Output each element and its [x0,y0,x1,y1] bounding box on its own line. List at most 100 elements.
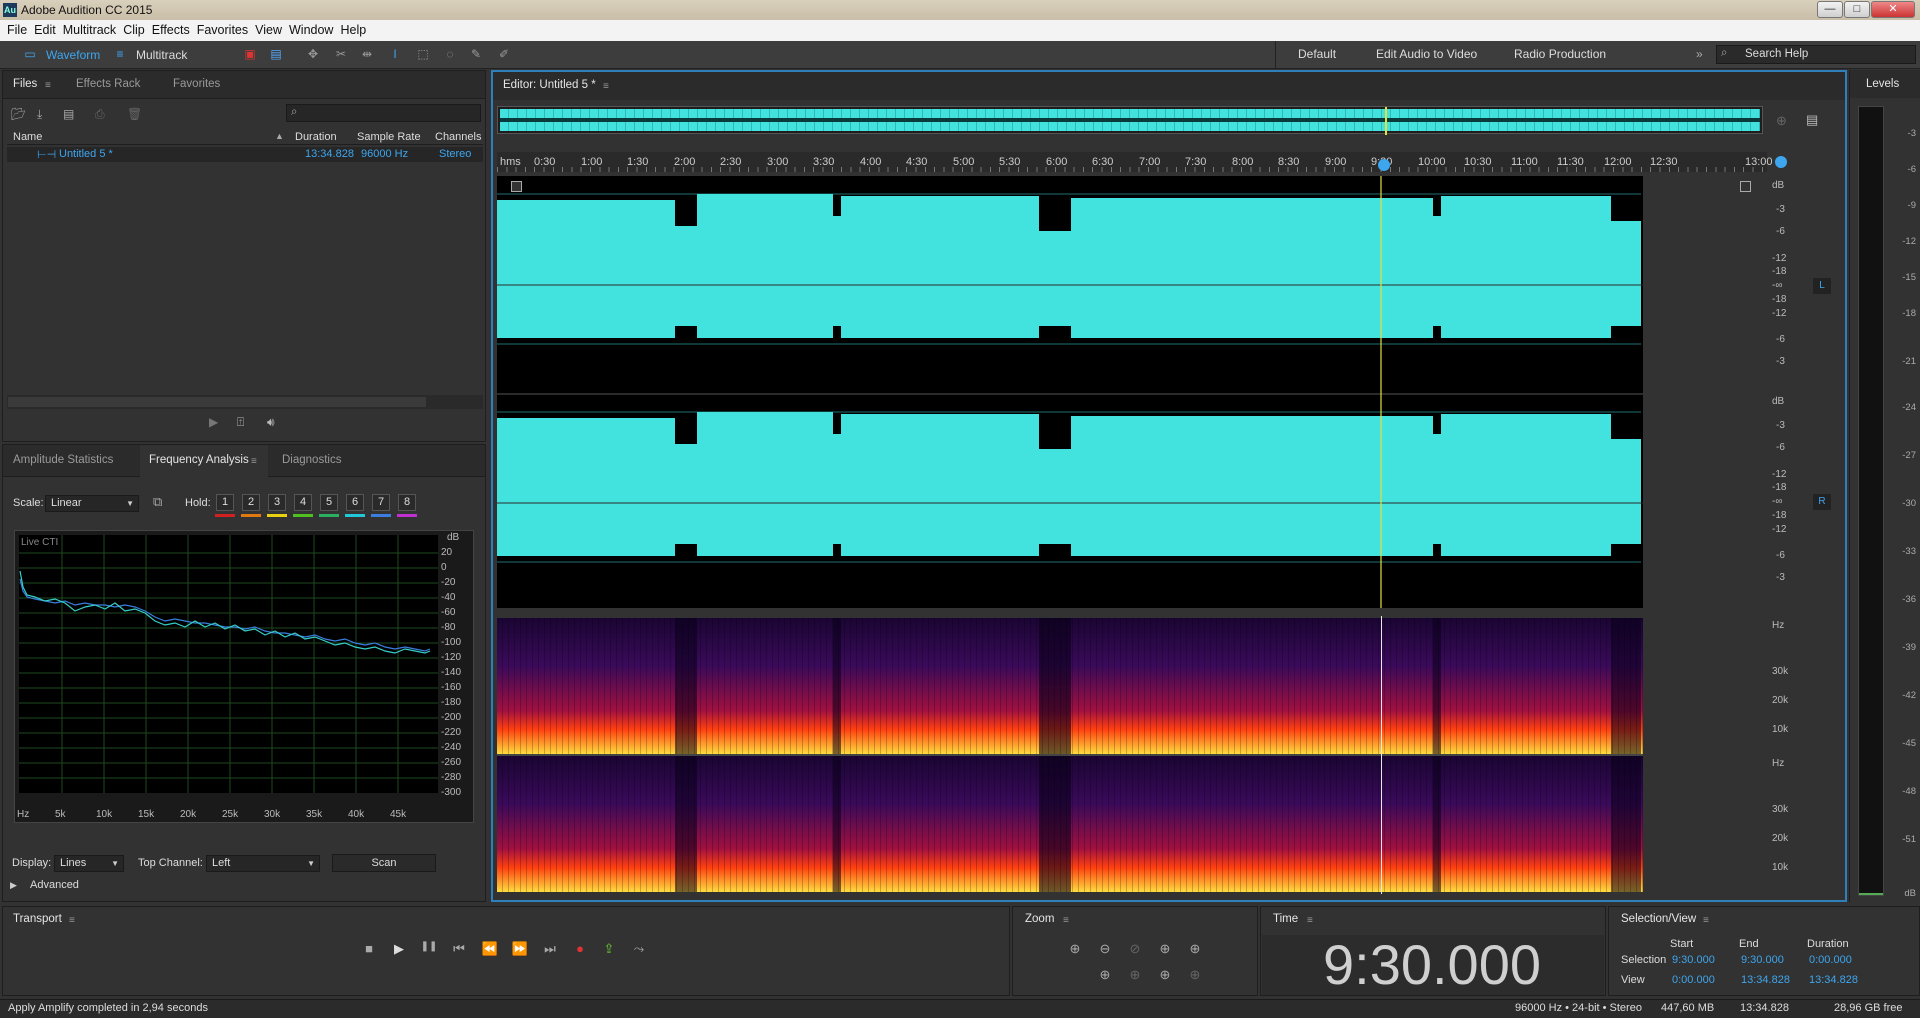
hold-button-5[interactable]: 5 [320,494,338,511]
menu-view[interactable]: View [248,20,282,37]
selection-start-field[interactable]: 9:30.000 [1672,954,1715,966]
hold-button-4[interactable]: 4 [294,494,312,511]
editor-title[interactable]: Editor: Untitled 5 * [503,79,596,91]
export-icon[interactable]: ⍐ [237,415,244,430]
col-name[interactable]: Name [13,131,42,143]
menu-multitrack[interactable]: Multitrack [56,20,116,37]
selection-view-menu-icon[interactable]: ≡ [1703,915,1709,926]
autoplay-icon[interactable]: 🔊︎ [267,415,275,430]
selection-end-field[interactable]: 9:30.000 [1741,954,1784,966]
minimize-button[interactable]: — [1817,1,1843,18]
marquee-tool-icon[interactable]: ⬚ [415,47,431,61]
channel-right-toggle[interactable]: R [1813,494,1831,510]
skip-selection-button[interactable]: ⤳ [630,941,648,957]
hold-button-8[interactable]: 8 [398,494,416,511]
channel-left-toggle[interactable]: L [1813,278,1831,294]
zoom-in-amplitude-icon[interactable]: ⊕ [1066,941,1084,957]
editor-panel-menu-icon[interactable]: ≡ [603,81,609,92]
save-file-icon[interactable]: ⎙ [95,107,105,122]
zoom-out-full-icon[interactable]: ⊕ [1776,113,1787,129]
zoom-menu-icon[interactable]: ≡ [1063,915,1069,926]
spectral-display[interactable] [497,616,1763,894]
import-file-icon[interactable]: ⤓ [37,107,42,122]
brush-tool-icon[interactable]: ✎ [468,47,484,61]
new-file-icon[interactable]: ▤ [63,107,74,121]
menu-file[interactable]: File [0,20,27,37]
menu-favorites[interactable]: Favorites [190,20,248,37]
tab-diagnostics[interactable]: Diagnostics [282,454,341,466]
close-button[interactable]: ✕ [1871,1,1915,18]
pause-button[interactable]: ❚❚ [420,941,438,952]
menu-help[interactable]: Help [333,20,366,37]
open-file-icon[interactable]: 📂︎ [11,107,26,121]
col-channels[interactable]: Channels [435,131,481,143]
slip-tool-icon[interactable]: ⇹ [359,47,375,61]
pitch-display-icon[interactable]: ▤ [268,47,284,61]
spot-healing-icon[interactable]: ✐ [496,47,512,61]
current-time-display[interactable]: 9:30.000 [1323,932,1541,997]
scan-button[interactable]: Scan [332,854,436,872]
move-to-previous-button[interactable]: ⏮ [450,941,468,957]
multitrack-button[interactable]: Multitrack [136,46,187,64]
play-preview-icon[interactable]: ▶ [209,415,218,429]
close-file-icon[interactable]: 🗑︎ [127,107,142,121]
top-channel-dropdown[interactable]: Left [206,855,320,872]
view-start-field[interactable]: 0:00.000 [1672,974,1715,986]
more-workspaces-button[interactable]: » [1696,47,1703,61]
files-scrollbar[interactable] [7,395,483,409]
col-sample-rate[interactable]: Sample Rate [357,131,421,143]
hold-button-6[interactable]: 6 [346,494,364,511]
timecode-sync-icon[interactable] [1775,156,1787,168]
zoom-in-time-icon[interactable]: ⊕ [1156,941,1174,957]
hold-button-7[interactable]: 7 [372,494,390,511]
files-panel-menu-icon[interactable]: ≡ [45,80,51,91]
menu-edit[interactable]: Edit [27,20,56,37]
zoom-out-time-icon[interactable]: ⊕ [1186,941,1204,957]
advanced-toggle[interactable]: Advanced [30,879,79,891]
menu-clip[interactable]: Clip [116,20,145,37]
menu-effects[interactable]: Effects [145,20,190,37]
workspace-default[interactable]: Default [1298,47,1336,61]
zoom-in-point-icon[interactable]: ⊕ [1126,967,1144,983]
view-options-icon[interactable]: ▤ [1806,112,1818,128]
zoom-selection-icon[interactable]: ⊕ [1096,967,1114,983]
lasso-tool-icon[interactable]: ◌ [442,47,458,61]
display-dropdown[interactable]: Lines [54,855,124,872]
overview-navigator[interactable] [497,106,1763,135]
playhead-handle[interactable] [1378,159,1390,171]
rewind-button[interactable]: ⏪ [481,941,499,957]
workspace-edit-audio-to-video[interactable]: Edit Audio to Video [1376,47,1477,61]
zoom-frequency-icon[interactable]: ⊕ [1186,967,1204,983]
waveform-display[interactable] [497,176,1763,608]
hold-button-1[interactable]: 1 [216,494,234,511]
time-selection-tool-icon[interactable]: I [387,47,403,61]
view-end-field[interactable]: 13:34.828 [1741,974,1790,986]
move-to-next-button[interactable]: ⏭ [541,941,559,957]
scale-dropdown[interactable]: Linear [45,495,139,512]
razor-tool-icon[interactable]: ✂ [333,47,349,61]
tab-effects-rack[interactable]: Effects Rack [76,78,140,90]
tab-frequency-analysis[interactable]: Frequency Analysis [149,454,249,466]
transport-menu-icon[interactable]: ≡ [69,915,75,926]
selection-duration-field[interactable]: 0:00.000 [1809,954,1852,966]
waveform-button[interactable]: Waveform [46,46,100,64]
tab-amplitude-statistics[interactable]: Amplitude Statistics [13,454,113,466]
menu-window[interactable]: Window [282,20,333,37]
spectral-display-icon[interactable]: ▣ [242,47,258,61]
col-duration[interactable]: Duration [295,131,337,143]
hold-button-2[interactable]: 2 [242,494,260,511]
files-search-input[interactable]: ⌕ [286,104,481,122]
view-duration-field[interactable]: 13:34.828 [1809,974,1858,986]
hold-button-3[interactable]: 3 [268,494,286,511]
play-button[interactable]: ▶ [390,941,408,957]
record-button[interactable]: ● [571,941,589,956]
zoom-out-full-icon[interactable]: ⊘ [1126,941,1144,957]
maximize-button[interactable]: □ [1844,1,1870,18]
copy-clipboard-icon[interactable]: ⧉ [153,494,162,510]
zoom-out-point-icon[interactable]: ⊕ [1156,967,1174,983]
zoom-out-amplitude-icon[interactable]: ⊖ [1096,941,1114,957]
frequency-graph[interactable]: Live CTI dB 20 0 -20 -40 -60 -80 -100 -1… [14,530,474,823]
fast-forward-button[interactable]: ⏩ [511,941,529,957]
stop-button[interactable]: ■ [360,941,378,956]
fade-in-handle-icon[interactable] [511,181,522,192]
